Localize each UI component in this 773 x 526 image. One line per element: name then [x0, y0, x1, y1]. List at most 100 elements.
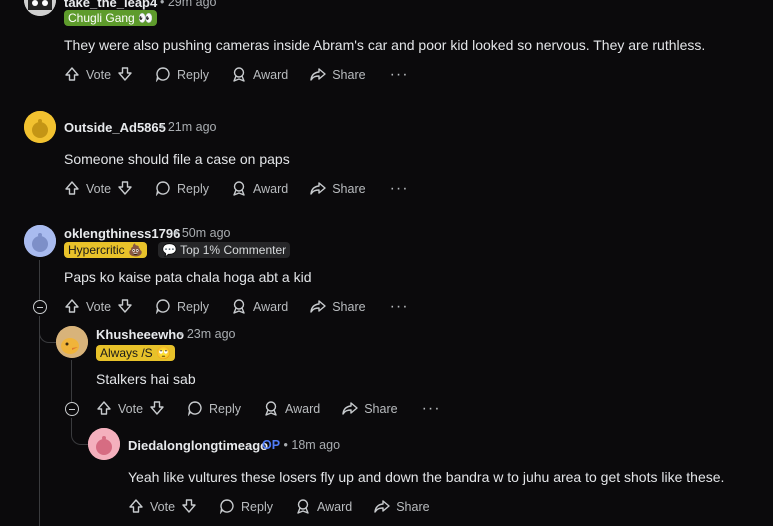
award-button[interactable]: Award	[231, 66, 288, 85]
reply-bubble-icon	[219, 498, 235, 517]
share-button[interactable]: Share	[310, 66, 366, 85]
collapse-thread-button[interactable]	[65, 402, 79, 416]
vote-label: Vote	[118, 402, 144, 416]
share-arrow-icon	[310, 298, 326, 317]
award-icon	[263, 400, 279, 419]
reply-bubble-icon	[155, 66, 171, 85]
vote-controls: Vote	[64, 298, 133, 317]
award-button[interactable]: Award	[263, 400, 320, 419]
reply-button[interactable]: Reply	[155, 66, 209, 85]
vote-label: Vote	[86, 300, 112, 314]
reply-button[interactable]: Reply	[219, 498, 273, 517]
avatar[interactable]	[24, 111, 56, 143]
comment-body: Yeah like vultures these losers fly up a…	[128, 469, 725, 485]
share-arrow-icon	[342, 400, 358, 419]
award-icon	[231, 180, 247, 199]
avatar-snoo-icon	[88, 428, 120, 460]
downvote-icon[interactable]	[117, 66, 133, 85]
comment-body: Someone should file a case on paps	[64, 151, 290, 167]
downvote-icon[interactable]	[117, 298, 133, 317]
award-button[interactable]: Award	[231, 298, 288, 317]
vote-label: Vote	[86, 68, 112, 82]
vote-controls: Vote	[128, 498, 197, 517]
comment-body: Paps ko kaise pata chala hoga abt a kid	[64, 269, 312, 285]
award-button[interactable]: Award	[295, 498, 352, 517]
reply-bubble-icon	[155, 298, 171, 317]
eyes-emoji-icon: 👀	[138, 11, 154, 25]
comment-actions: Vote Reply Award Share	[128, 497, 454, 517]
comment-author[interactable]: oklengthiness1796	[64, 226, 180, 241]
more-options-button[interactable]: ···	[390, 67, 409, 83]
share-button[interactable]: Share	[374, 498, 430, 517]
reply-bubble-icon	[155, 180, 171, 199]
comment-meta: OP • 18m ago	[262, 438, 341, 452]
share-arrow-icon	[374, 498, 390, 517]
vote-controls: Vote	[96, 400, 165, 419]
upvote-icon[interactable]	[64, 180, 80, 199]
award-icon	[231, 298, 247, 317]
share-button[interactable]: Share	[342, 400, 398, 419]
comment-actions: Vote Reply Award Share ···	[64, 179, 409, 199]
eye-roll-emoji-icon: 🙄	[156, 346, 171, 360]
op-badge: OP	[262, 438, 281, 452]
award-icon	[231, 66, 247, 85]
comment-time: • 50m ago	[174, 226, 231, 240]
thread-line	[39, 260, 40, 300]
comment-time: • 23m ago	[179, 327, 236, 341]
speech-bubble-icon: 💬	[162, 243, 177, 257]
comment-actions: Vote Reply Award Share ···	[64, 65, 409, 85]
avatar[interactable]	[88, 428, 120, 460]
upvote-icon[interactable]	[96, 400, 112, 419]
user-flair: Chugli Gang 👀	[64, 10, 158, 26]
downvote-icon[interactable]	[117, 180, 133, 199]
comment-time: 18m ago	[291, 438, 341, 452]
share-arrow-icon	[310, 66, 326, 85]
avatar-snoo-icon	[24, 225, 56, 257]
comment-actions: Vote Reply Award Share ···	[64, 297, 409, 317]
award-icon	[295, 498, 311, 517]
downvote-icon[interactable]	[149, 400, 165, 419]
avatar[interactable]	[24, 225, 56, 257]
comment-author[interactable]: Khusheeewho	[96, 327, 184, 342]
user-flair: Always /S 🙄	[96, 345, 175, 361]
share-button[interactable]: Share	[310, 298, 366, 317]
comment-author[interactable]: Outside_Ad5865	[64, 120, 166, 135]
upvote-icon[interactable]	[64, 66, 80, 85]
downvote-icon[interactable]	[181, 498, 197, 517]
vote-controls: Vote	[64, 66, 133, 85]
vote-label: Vote	[86, 182, 112, 196]
thread-elbow	[39, 316, 56, 343]
vote-controls: Vote	[64, 180, 133, 199]
thread-elbow	[71, 418, 88, 445]
comment-time: • 21m ago	[160, 120, 217, 134]
vote-label: Vote	[150, 500, 176, 514]
reply-button[interactable]: Reply	[187, 400, 241, 419]
thread-line	[39, 316, 40, 526]
share-button[interactable]: Share	[310, 180, 366, 199]
more-options-button[interactable]: ···	[422, 401, 441, 417]
avatar-snoo-icon	[24, 111, 56, 143]
more-options-button[interactable]: ···	[390, 299, 409, 315]
comment-actions: Vote Reply Award Share ···	[96, 399, 441, 419]
avatar-snoo-icon	[24, 0, 56, 16]
user-flair: Hypercritic 💩	[64, 242, 147, 258]
poop-emoji-icon: 💩	[128, 243, 143, 257]
comment-body: Stalkers hai sab	[96, 371, 196, 387]
avatar-photo-icon	[56, 326, 88, 358]
avatar[interactable]	[24, 0, 56, 16]
award-button[interactable]: Award	[231, 180, 288, 199]
comment-author[interactable]: take_the_leap4	[64, 0, 157, 10]
collapse-thread-button[interactable]	[33, 300, 47, 314]
share-arrow-icon	[310, 180, 326, 199]
reply-bubble-icon	[187, 400, 203, 419]
thread-line	[71, 360, 72, 402]
reply-button[interactable]: Reply	[155, 298, 209, 317]
avatar[interactable]	[56, 326, 88, 358]
comment-body: They were also pushing cameras inside Ab…	[64, 37, 706, 53]
upvote-icon[interactable]	[128, 498, 144, 517]
reply-button[interactable]: Reply	[155, 180, 209, 199]
comment-time: • 29m ago	[160, 0, 217, 9]
comment-author[interactable]: Diedalonglongtimeago	[128, 438, 268, 453]
upvote-icon[interactable]	[64, 298, 80, 317]
more-options-button[interactable]: ···	[390, 181, 409, 197]
